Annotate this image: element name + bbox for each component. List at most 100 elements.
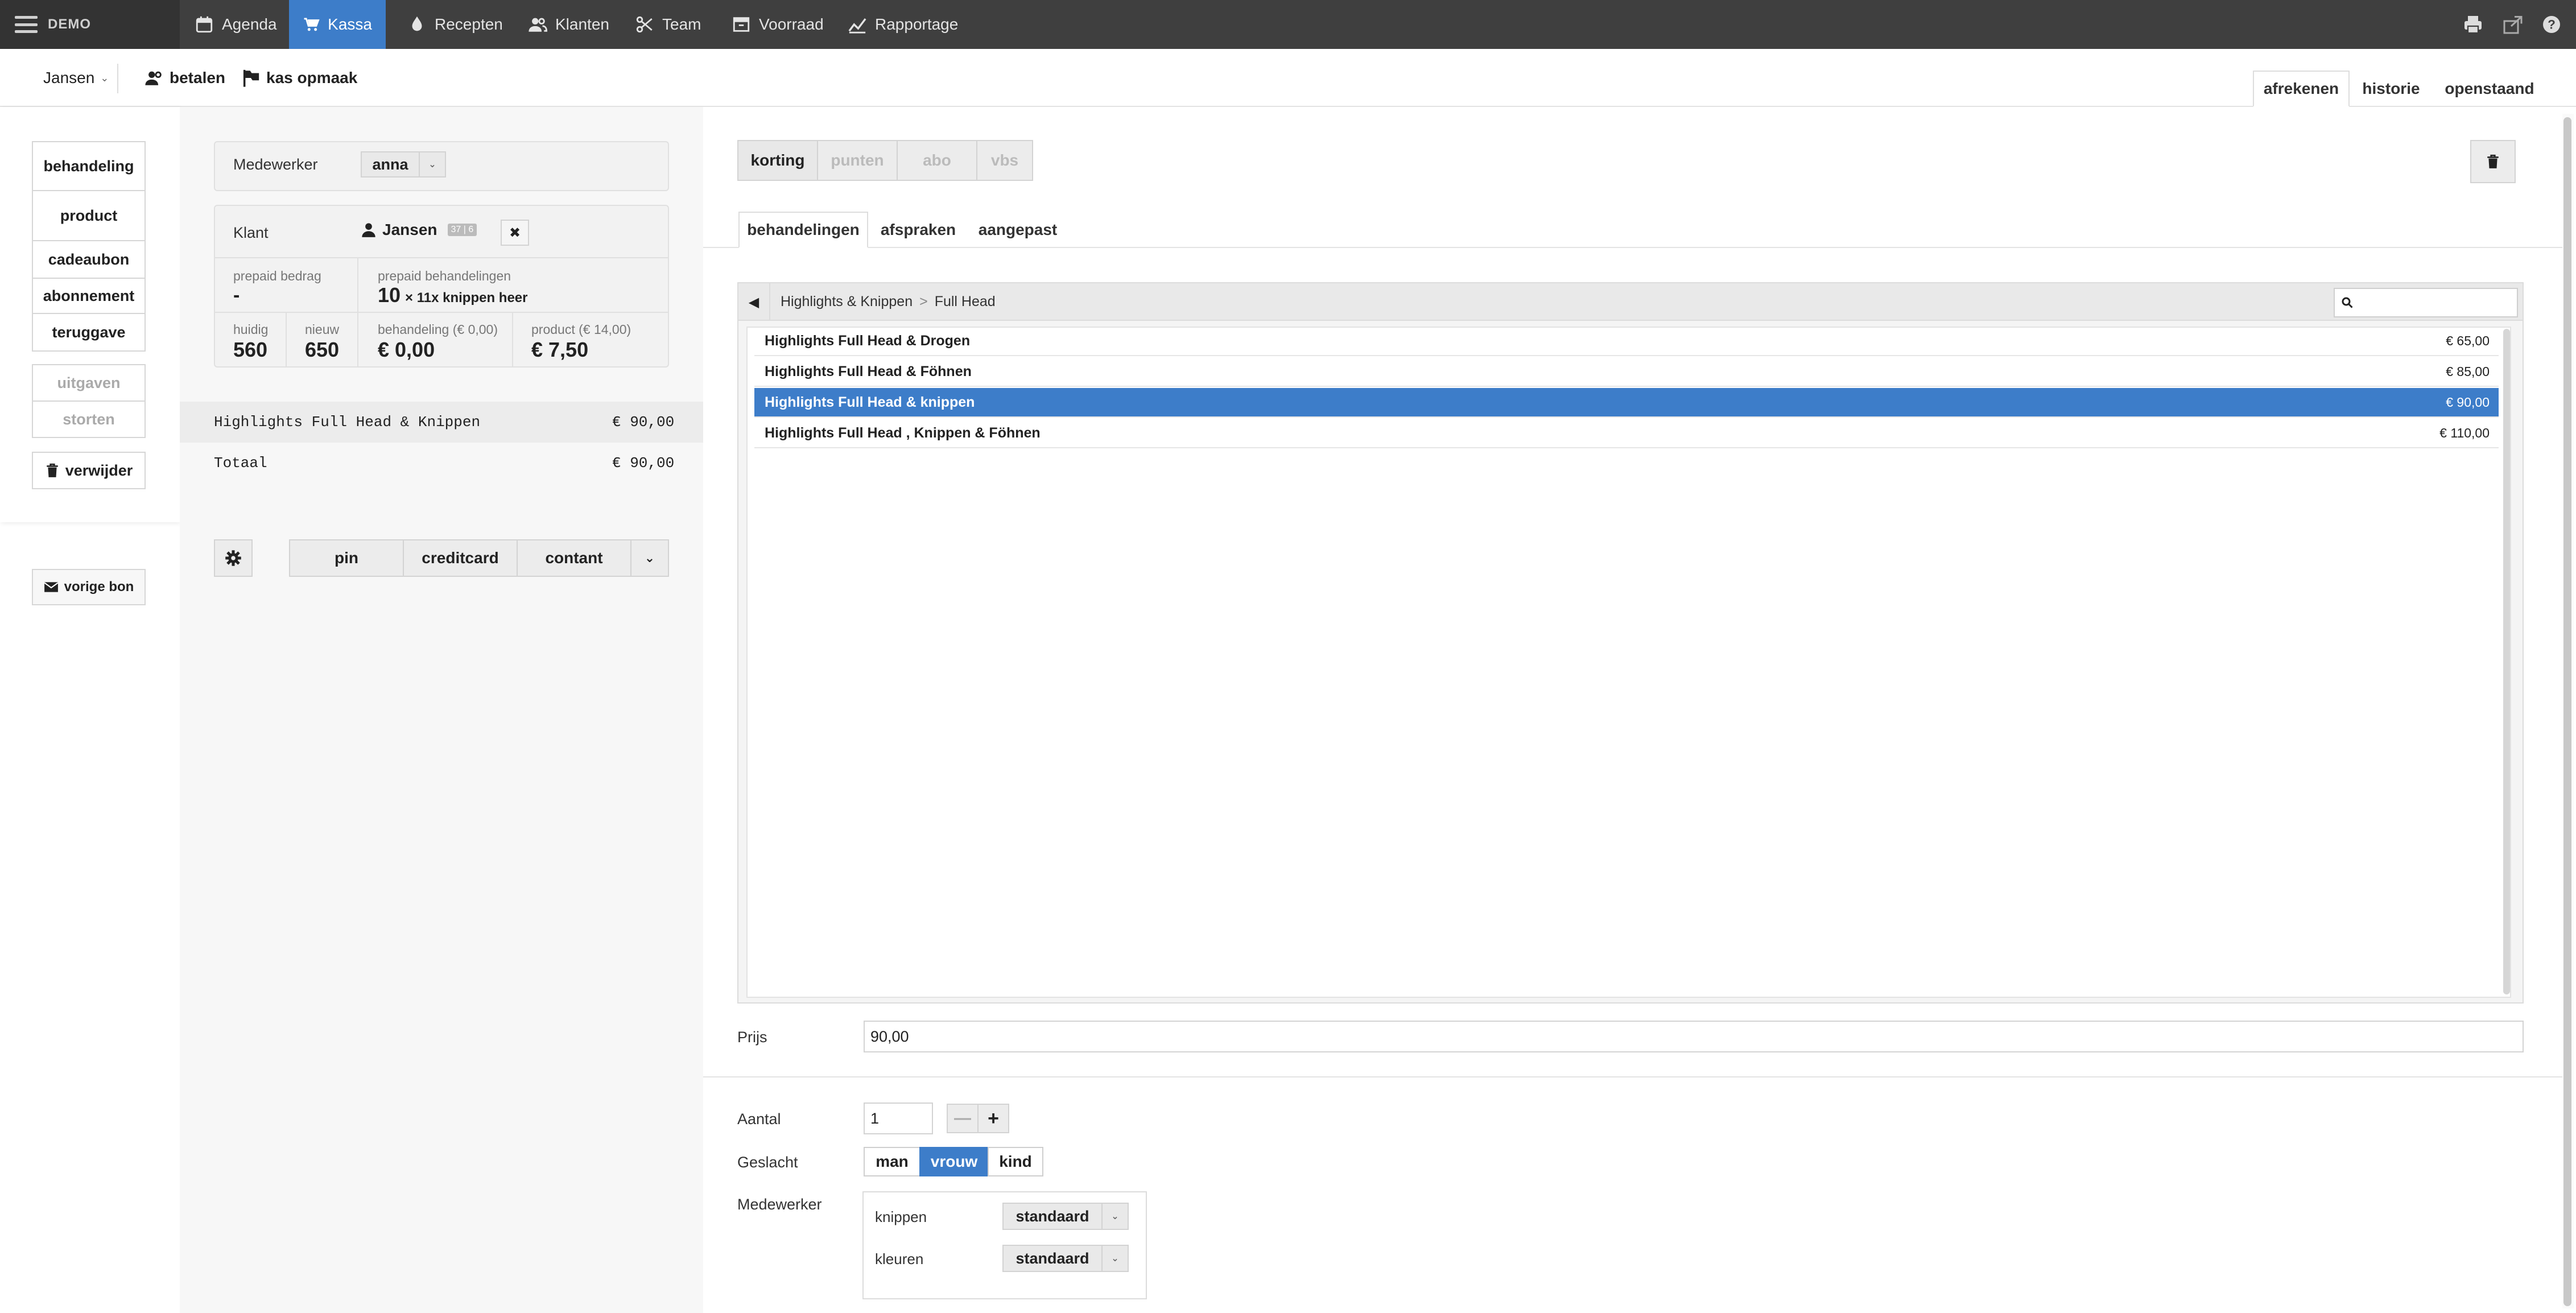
vbs-toggle[interactable]: vbs (976, 140, 1033, 181)
chevron-down-icon: ⌄ (644, 551, 655, 565)
geslacht-vrouw[interactable]: vrouw (919, 1147, 989, 1176)
gear-icon (225, 550, 241, 566)
line-item-price: € 90,00 (612, 414, 675, 431)
prijs-input[interactable]: 90,00 (864, 1021, 2524, 1052)
breadcrumb-item[interactable]: Highlights & Knippen (781, 294, 913, 310)
search-input[interactable] (2334, 288, 2518, 317)
vorige-bon-button[interactable]: vorige bon (32, 569, 146, 605)
tab-label: historie (2362, 80, 2420, 97)
geslacht-kind[interactable]: kind (988, 1147, 1043, 1176)
box-icon (733, 17, 750, 32)
punten-toggle[interactable]: punten (817, 140, 898, 181)
total-price: € 90,00 (612, 455, 675, 472)
trash-icon (2487, 154, 2499, 168)
prepaid-text: × 11x knippen heer (405, 290, 528, 305)
abo-toggle[interactable]: abo (897, 140, 977, 181)
button-label: contant (545, 549, 603, 567)
main-menu-button[interactable]: DEMO (0, 0, 180, 49)
decrement-button[interactable]: — (947, 1104, 979, 1133)
button-label: cadeaubon (48, 250, 130, 268)
item-name: Highlights Full Head , Knippen & Föhnen (765, 424, 1041, 441)
divider (512, 313, 513, 366)
nav-agenda[interactable]: Agenda (181, 0, 291, 49)
geslacht-man[interactable]: man (864, 1147, 920, 1176)
select-value: standaard (1015, 1207, 1089, 1225)
nav-klanten[interactable]: Klanten (514, 0, 623, 49)
scissors-icon (636, 16, 653, 33)
nav-kassa[interactable]: Kassa (289, 0, 386, 49)
contant-button[interactable]: contant (517, 539, 631, 577)
chevron-down-icon: ⌄ (100, 72, 109, 84)
back-button[interactable]: ◀ (738, 283, 770, 321)
nav-voorraad[interactable]: Voorraad (718, 0, 837, 49)
item-price: € 90,00 (2446, 394, 2490, 410)
prepaid-count: 10 (378, 283, 401, 307)
prijs-label: Prijs (737, 1029, 767, 1046)
list-item[interactable]: Highlights Full Head & Föhnen € 85,00 (754, 357, 2499, 387)
korting-toggle[interactable]: korting (737, 140, 818, 181)
breadcrumb-separator: > (919, 294, 928, 309)
pin-button[interactable]: pin (289, 539, 404, 577)
hamburger-icon (15, 16, 38, 33)
remove-klant-button[interactable]: ✖ (501, 220, 529, 246)
customer-select[interactable]: Jansen ⌄ (43, 49, 109, 107)
item-price: € 65,00 (2446, 333, 2490, 348)
tab-behandelingen[interactable]: behandelingen (738, 212, 868, 248)
line-item-name: Highlights Full Head & Knippen (214, 414, 481, 431)
scrollbar-thumb[interactable] (2563, 117, 2571, 1306)
trash-icon (46, 463, 58, 477)
increment-button[interactable]: + (977, 1104, 1009, 1133)
user-icon (362, 223, 375, 237)
tab-aangepast[interactable]: aangepast (968, 212, 1067, 248)
search-icon (2342, 297, 2353, 308)
close-icon: ✖ (509, 225, 521, 241)
betalen-button[interactable]: betalen (145, 49, 225, 107)
list-item-selected[interactable]: Highlights Full Head & knippen € 90,00 (754, 388, 2499, 418)
divider (703, 1076, 2562, 1077)
storten-button[interactable]: storten (32, 400, 146, 438)
tab-afrekenen[interactable]: afrekenen (2253, 71, 2350, 107)
share-icon[interactable] (2500, 11, 2526, 38)
tab-afspraken[interactable]: afspraken (872, 212, 965, 248)
klant-link[interactable]: Jansen 37 | 6 (361, 221, 477, 239)
kleuren-medewerker-select[interactable]: standaard ⌄ (1002, 1245, 1129, 1272)
nav-team[interactable]: Team (621, 0, 715, 49)
knippen-medewerker-select[interactable]: standaard ⌄ (1002, 1203, 1129, 1230)
aantal-input[interactable]: 1 (864, 1103, 933, 1134)
klant-badge: 37 | 6 (447, 224, 477, 236)
nav-label: Kassa (328, 15, 372, 33)
segment-label: abo (923, 151, 951, 169)
button-label: behandeling (43, 157, 134, 175)
medewerker-select[interactable]: anna ⌄ (361, 151, 446, 177)
help-icon[interactable]: ? (2538, 11, 2565, 38)
tab-openstaand[interactable]: openstaand (2433, 71, 2546, 107)
uitgaven-button[interactable]: uitgaven (32, 364, 146, 402)
behandeling-button[interactable]: behandeling (32, 141, 146, 191)
calendar-icon (196, 16, 213, 33)
teruggave-button[interactable]: teruggave (32, 313, 146, 352)
delete-button[interactable] (2470, 140, 2516, 183)
settings-button[interactable] (214, 539, 253, 577)
divider (215, 257, 668, 258)
cadeaubon-button[interactable]: cadeaubon (32, 240, 146, 279)
item-name: Highlights Full Head & Föhnen (765, 363, 972, 379)
list-item[interactable]: Highlights Full Head & Drogen € 65,00 (754, 327, 2499, 356)
abonnement-button[interactable]: abonnement (32, 278, 146, 314)
breadcrumb-item[interactable]: Full Head (935, 294, 996, 310)
cart-icon (304, 18, 320, 31)
nav-rapportage[interactable]: Rapportage (834, 0, 972, 49)
creditcard-button[interactable]: creditcard (403, 539, 518, 577)
nav-recepten[interactable]: Recepten (394, 0, 517, 49)
product-button[interactable]: product (32, 190, 146, 241)
svg-text:?: ? (2548, 18, 2556, 32)
tab-historie[interactable]: historie (2352, 71, 2430, 107)
button-label: storten (63, 410, 115, 428)
button-label: teruggave (52, 323, 126, 341)
divider (117, 64, 118, 93)
kas-opmaak-button[interactable]: kas opmaak (241, 49, 357, 107)
more-payment-button[interactable]: ⌄ (630, 539, 669, 577)
verwijder-button[interactable]: verwijder (32, 452, 146, 489)
list-item[interactable]: Highlights Full Head , Knippen & Föhnen €… (754, 419, 2499, 448)
print-icon[interactable] (2460, 11, 2486, 38)
list-scrollbar[interactable] (2503, 329, 2510, 994)
